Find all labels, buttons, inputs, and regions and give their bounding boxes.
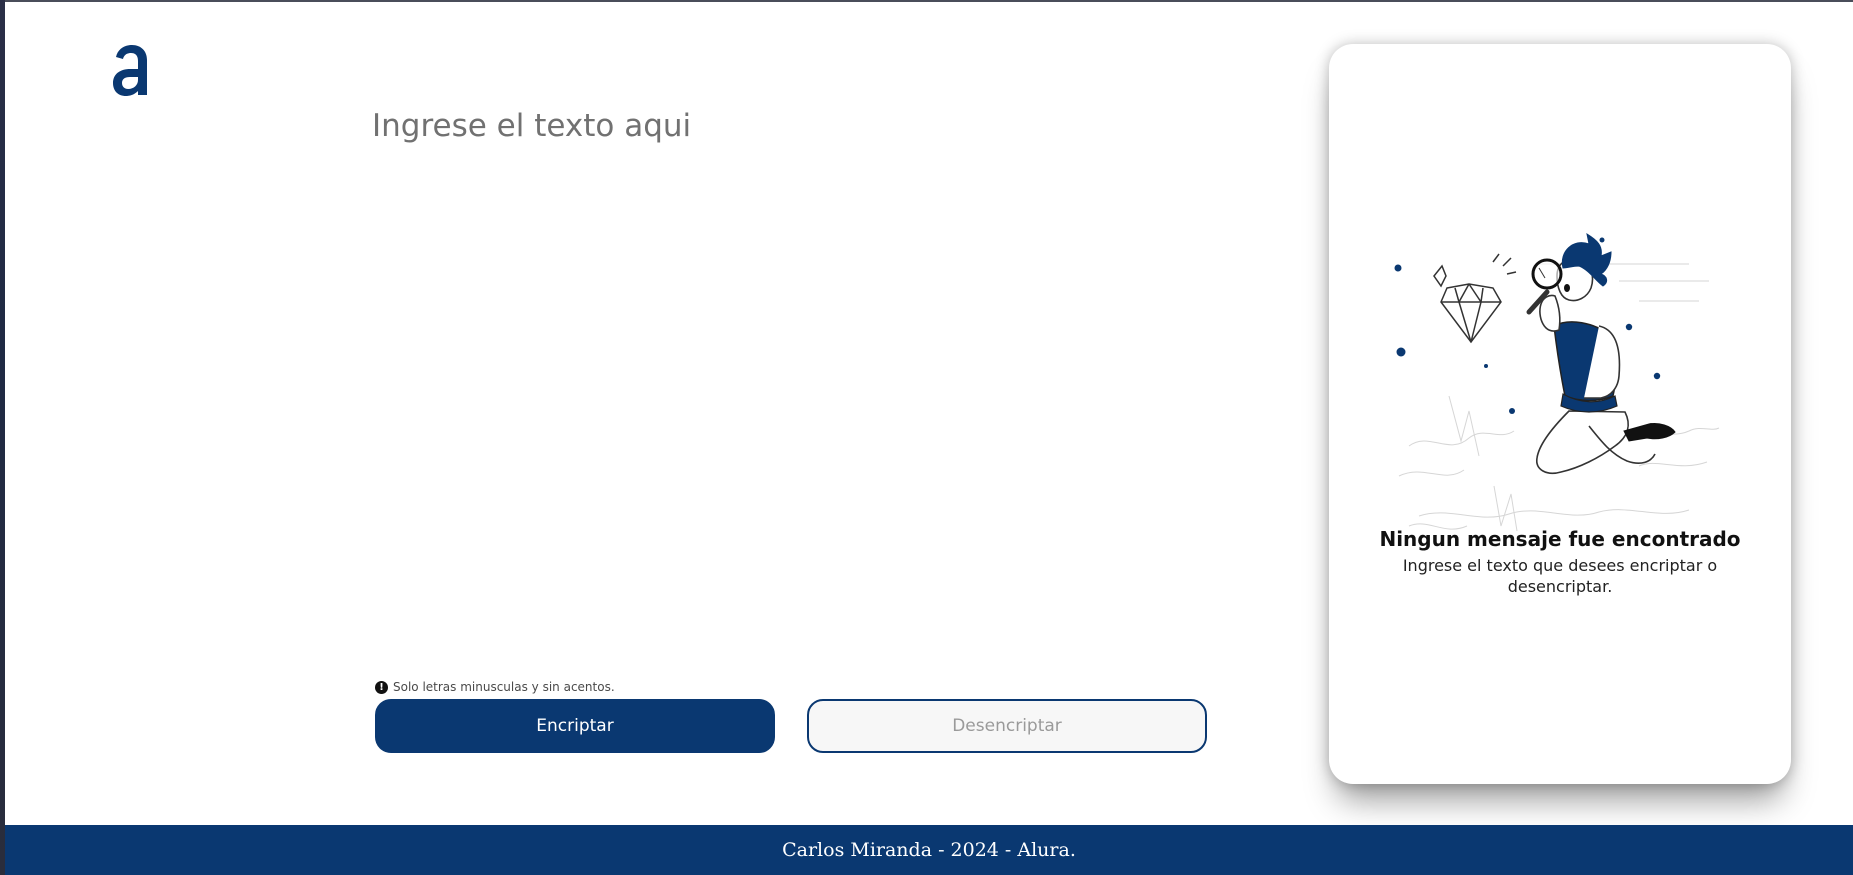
footer: Carlos Miranda - 2024 - Alura. (5, 825, 1853, 875)
alura-logo (113, 45, 147, 96)
empty-state-illustration (1394, 232, 1720, 532)
decrypt-button[interactable]: Desencriptar (807, 699, 1207, 753)
app-window: ! Solo letras minusculas y sin acentos. … (0, 0, 1853, 875)
encrypt-button[interactable]: Encriptar (375, 699, 775, 753)
hint-text: Solo letras minusculas y sin acentos. (393, 680, 615, 694)
text-input[interactable] (372, 108, 1192, 648)
window-left-edge (0, 0, 5, 875)
output-subtitle: Ingrese el texto que desees encriptar o … (1402, 556, 1718, 596)
exclamation-circle-icon: ! (375, 680, 388, 694)
output-panel: Ningun mensaje fue encontrado Ingrese el… (1329, 44, 1791, 784)
window-top-border (0, 0, 1853, 2)
output-title: Ningun mensaje fue encontrado (1379, 527, 1741, 551)
input-hint: ! Solo letras minusculas y sin acentos. (375, 679, 615, 695)
footer-text: Carlos Miranda - 2024 - Alura. (782, 839, 1076, 861)
